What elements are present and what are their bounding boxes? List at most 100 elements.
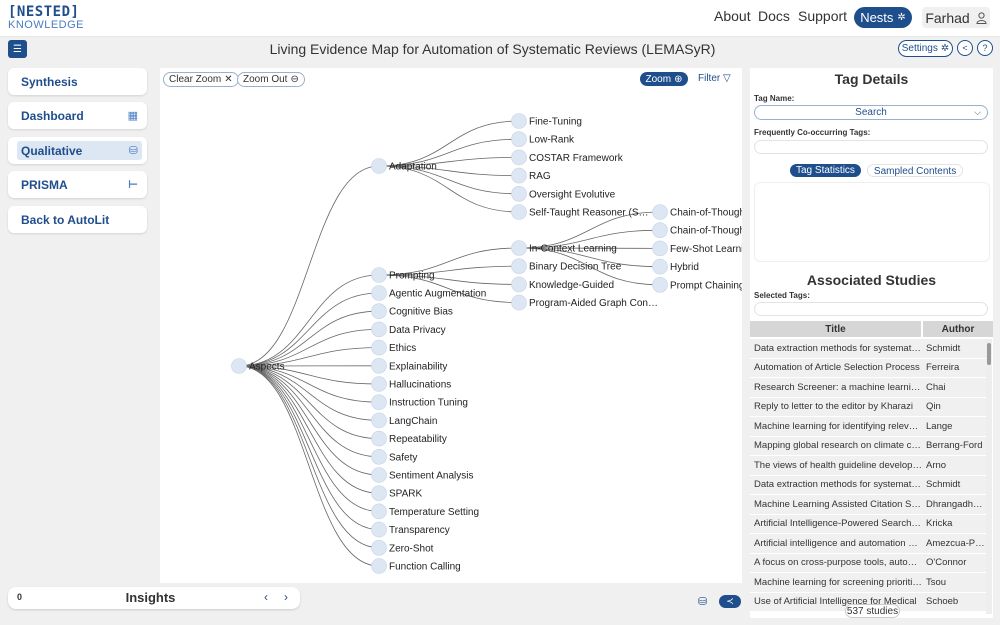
sidebar-item-synthesis[interactable]: Synthesis (8, 68, 147, 95)
tree-node[interactable]: Agentic Augmentation (371, 285, 487, 301)
tree-node-circle[interactable] (371, 321, 387, 338)
tree-node-circle[interactable] (371, 285, 387, 301)
tree-node-circle[interactable] (231, 358, 247, 374)
tree-node-circle[interactable] (371, 558, 387, 574)
tree-node[interactable]: Hybrid (652, 258, 699, 275)
table-row[interactable]: Machine Learning Assisted Citation Scree… (750, 495, 986, 515)
tree-node[interactable]: Explainability (371, 357, 448, 374)
tree-node[interactable]: Program-Aided Graph Con… (511, 294, 658, 311)
tree-node[interactable]: Transparency (371, 521, 450, 538)
tree-node[interactable]: Self-Taught Reasoner (S… (511, 204, 649, 220)
share-icon[interactable]: < (957, 40, 973, 56)
table-scrollbar[interactable] (986, 339, 992, 614)
nav-about[interactable]: About (714, 8, 751, 24)
chevron-left-icon[interactable]: ‹ (264, 590, 268, 604)
tree-node[interactable]: LangChain (371, 412, 438, 429)
zoom-button[interactable]: Zoom ⊕ (640, 72, 688, 86)
tree-node-circle[interactable] (511, 113, 527, 129)
nav-support[interactable]: Support (798, 8, 847, 24)
tab-sampled-contents[interactable]: Sampled Contents (866, 164, 964, 177)
tree-node[interactable]: Few-Shot Learning (652, 240, 743, 257)
tree-node-circle[interactable] (371, 448, 387, 465)
tab-tag-statistics[interactable]: Tag Statistics (790, 164, 861, 177)
table-row[interactable]: The views of health guideline developers… (750, 456, 986, 476)
tree-node-circle[interactable] (371, 539, 387, 556)
sidebar-item-prisma[interactable]: PRISMA ⊢ (8, 171, 147, 198)
nests-button[interactable]: Nests ✲ (854, 7, 912, 28)
tree-node-circle[interactable] (511, 204, 527, 220)
tree-node[interactable]: Cognitive Bias (371, 303, 453, 319)
tree-node-circle[interactable] (371, 303, 387, 319)
table-row[interactable]: Machine learning for screening prioritiz… (750, 573, 986, 593)
tree-node-circle[interactable] (371, 430, 387, 447)
settings-button[interactable]: Settings ✲ (898, 40, 953, 57)
tree-node[interactable]: Oversight Evolutive (511, 186, 616, 202)
tree-node-circle[interactable] (652, 258, 668, 275)
tree-node-prompting[interactable]: Prompting (371, 267, 435, 283)
tree-node-adaptation[interactable]: Adaptation (371, 158, 437, 174)
sidebar-item-back-to-autolit[interactable]: Back to AutoLit (8, 206, 147, 233)
tree-node-circle[interactable] (652, 277, 668, 293)
tree-node-aspects[interactable]: Aspects (231, 358, 285, 374)
table-row[interactable]: Reply to letter to the editor by Kharazi… (750, 397, 986, 417)
tree-node[interactable]: Repeatability (371, 430, 447, 447)
network-view-icon[interactable]: ≺ (719, 595, 741, 608)
tree-node-circle[interactable] (652, 204, 668, 220)
table-row[interactable]: Automation of Article Selection Process F… (750, 358, 986, 378)
tree-node-circle[interactable] (511, 294, 527, 311)
tree-node[interactable]: Fine-Tuning (511, 113, 583, 129)
zoom-out-button[interactable]: Zoom Out ⊖ (237, 72, 305, 87)
tree-node[interactable]: Chain-of-Thought (652, 204, 743, 220)
tree-node[interactable]: Binary Decision Tree (511, 258, 622, 274)
tree-node-circle[interactable] (511, 186, 527, 202)
tree-node[interactable]: Ethics (371, 339, 417, 356)
tree-node-circle[interactable] (511, 276, 527, 293)
table-row[interactable]: A focus on cross-purpose tools, automate… (750, 553, 986, 573)
tree-node[interactable]: Hallucinations (371, 376, 452, 392)
tree-node[interactable]: COSTAR Framework (511, 149, 624, 166)
tree-node-circle[interactable] (371, 158, 387, 174)
table-row[interactable]: Data extraction methods for systematic r… (750, 339, 986, 359)
logo[interactable]: [NESTED] KNOWLEDGE (8, 5, 84, 31)
tree-node[interactable]: RAG (511, 167, 551, 184)
tree-node-circle[interactable] (371, 467, 387, 483)
filter-button[interactable]: Filter ▽ (698, 73, 731, 84)
table-row[interactable]: Artificial intelligence and automation o… (750, 534, 986, 554)
tree-node[interactable]: Function Calling (371, 558, 461, 574)
tree-node-circle[interactable] (511, 240, 527, 256)
qualitative-view-icon[interactable]: ⛁ (698, 595, 712, 609)
help-icon[interactable]: ? (977, 40, 993, 56)
tree-node-circle[interactable] (371, 357, 387, 374)
tree-node-circle[interactable] (511, 131, 527, 147)
tree-node[interactable]: Sentiment Analysis (371, 467, 474, 483)
selected-tags-field[interactable] (754, 302, 988, 316)
tree-node[interactable]: SPARK (371, 485, 423, 502)
column-header-title[interactable]: Title (750, 321, 921, 337)
tree-node-circle[interactable] (652, 222, 668, 238)
table-row[interactable]: Mapping global research on climate chang… (750, 436, 986, 456)
clear-zoom-button[interactable]: Clear Zoom ✕ (163, 72, 239, 87)
tree-node[interactable]: Instruction Tuning (371, 394, 468, 411)
tree-node-circle[interactable] (371, 412, 387, 429)
tree-node-circle[interactable] (371, 339, 387, 356)
tree-node-circle[interactable] (371, 521, 387, 538)
tree-node-circle[interactable] (511, 149, 527, 166)
table-row[interactable]: Data extraction methods for systematic r… (750, 475, 986, 495)
table-row[interactable]: Artificial Intelligence-Powered Search T… (750, 514, 986, 534)
tree-node[interactable]: Prompt Chaining (652, 277, 743, 293)
tag-tree[interactable]: Aspects Adaptation Prompting Agentic Augmen… (160, 68, 742, 583)
tree-node-circle[interactable] (371, 503, 387, 520)
chevron-right-icon[interactable]: › (284, 590, 288, 604)
table-row[interactable]: Research Screener: a machine learning to… (750, 378, 986, 398)
column-header-author[interactable]: Author (923, 321, 993, 337)
tag-search-select[interactable]: Search ⌵ (754, 105, 988, 120)
tree-node[interactable]: Chain-of-Thought (652, 222, 743, 238)
tree-node[interactable]: Safety (371, 448, 418, 465)
tree-node[interactable]: Knowledge-Guided (511, 276, 615, 293)
tree-node[interactable]: Temperature Setting (371, 503, 480, 520)
sidebar-item-dashboard[interactable]: Dashboard ▦ (8, 102, 147, 129)
user-menu-button[interactable]: Farhad (922, 7, 990, 28)
tree-node[interactable]: Low-Rank (511, 131, 576, 147)
sidebar-item-qualitative[interactable]: Qualitative ⛁ (8, 137, 147, 164)
tree-node-circle[interactable] (511, 258, 527, 274)
